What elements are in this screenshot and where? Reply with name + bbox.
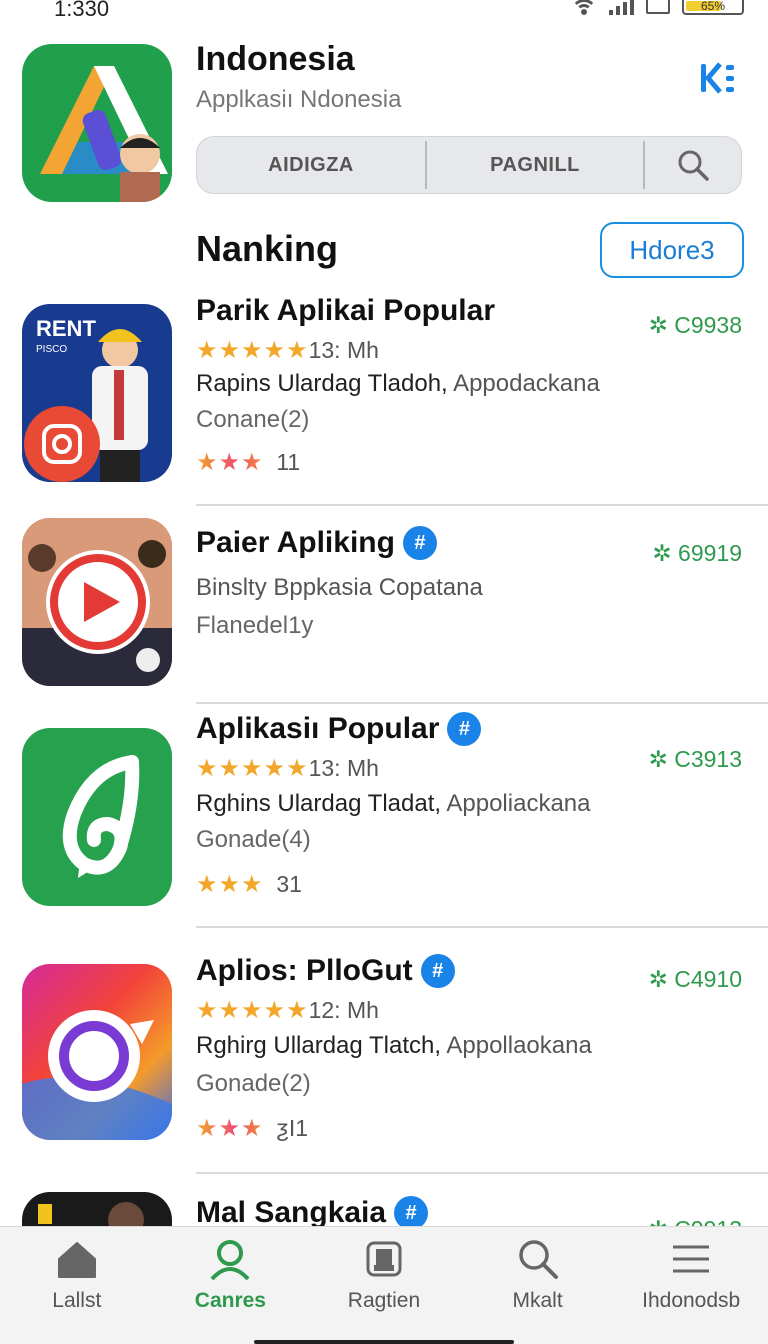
app-description: Rghins Ulardag Tladat, Appoliackana — [196, 790, 590, 818]
person-icon — [210, 1240, 250, 1281]
app-category: Gonade(2) — [196, 1070, 311, 1097]
app-price: ✲ C4910 — [648, 966, 742, 992]
description-secondary: Appodackana — [447, 370, 600, 397]
app-description: Rapins Ulardag Tladoh, Appodackana — [196, 370, 600, 398]
app-description: Rghirg Ullardag Tlatch, Appollaokana — [196, 1032, 592, 1060]
description-secondary: Appollaokana — [441, 1032, 592, 1059]
rating-text: 13: Mh — [308, 337, 379, 363]
rating-text: 12: Mh — [308, 997, 379, 1023]
page-title: Indonesia — [196, 40, 355, 78]
segment-aidigza[interactable]: AIDIGZA — [197, 137, 425, 193]
app-name-text: Mal Sangkaia — [196, 1196, 387, 1229]
app-name-text: Aplikasiı Popular — [196, 712, 440, 745]
star-rating-icon: ★★★★★ — [196, 997, 309, 1024]
page-subtitle: Applkasiı Ndonesia — [196, 86, 402, 113]
system-icons: 65% — [571, 0, 744, 15]
divider — [196, 504, 768, 506]
rating-count: ƺΙ1 — [276, 1115, 309, 1141]
status-bar: 1:330 65% — [0, 0, 768, 22]
menu-icon — [673, 1245, 710, 1273]
tab-label: Canres — [194, 1289, 266, 1312]
app-icon: RENT PISCO — [22, 304, 172, 482]
app-price: ✲ 69919 — [652, 540, 742, 566]
rating-count: 31 — [276, 871, 302, 897]
app-name-text: Paier Apliking — [196, 526, 395, 559]
app-category: Flanedel1y — [196, 612, 314, 639]
search-button[interactable] — [645, 137, 741, 193]
tab-lallst[interactable]: Lallst — [0, 1227, 154, 1344]
signal-icon — [609, 0, 634, 15]
app-name: Mal Sangkaia # — [196, 1196, 429, 1230]
home-icon — [57, 1242, 96, 1278]
bottom-tab-bar: Lallst Canres Ragtien Mkalt Ihdonodsb — [0, 1226, 768, 1344]
app-logo — [22, 44, 172, 202]
divider — [196, 702, 768, 704]
options-icon[interactable] — [698, 58, 738, 98]
star-rating-icon: ★★★★★ — [196, 755, 309, 782]
app-name: Paier Apliking # — [196, 526, 437, 560]
divider — [196, 926, 768, 928]
app-category: Gonade(4) — [196, 826, 311, 853]
divider — [196, 1172, 768, 1174]
star-rating-icon: ★★★ — [196, 1115, 264, 1142]
verified-badge-icon: # — [402, 526, 437, 560]
home-indicator — [254, 1340, 514, 1344]
app-name-text: Parik Aplikai Popular — [196, 294, 495, 327]
tab-label: Lallst — [52, 1289, 102, 1312]
app-rating-secondary: ★★★ ƺΙ1 — [196, 1114, 308, 1143]
app-icon — [22, 728, 172, 906]
star-rating-icon: ★★★★★ — [196, 337, 309, 364]
app-name-text: Aplios: PlloGut — [196, 954, 413, 987]
section-title: Nanking — [196, 228, 339, 269]
battery-level: 65% — [700, 0, 726, 13]
search-icon — [678, 150, 709, 181]
description-main: Rghins Ulardag Tladat, — [196, 790, 442, 817]
wifi-icon — [571, 0, 597, 15]
verified-badge-icon: # — [420, 954, 455, 988]
star-rating-icon: ★★★ — [196, 871, 264, 898]
tab-label: Ihdonodsb — [642, 1289, 741, 1312]
battery-icon: 65% — [682, 0, 744, 15]
download-icon — [366, 1241, 402, 1277]
tab-mkalt[interactable]: Mkalt — [461, 1227, 615, 1344]
star-rating-icon: ★★★ — [196, 449, 264, 476]
app-name: Parik Aplikai Popular — [196, 294, 495, 328]
tab-ragtien[interactable]: Ragtien — [307, 1227, 461, 1344]
app-rating: ★★★★★13: Mh — [196, 754, 379, 783]
segment-pagnill[interactable]: PAGNILL — [425, 141, 645, 189]
verified-badge-icon: # — [394, 1196, 429, 1230]
app-price: ✲ C3913 — [648, 746, 742, 772]
app-rating-secondary: ★★★ 11 — [196, 448, 300, 477]
tab-ihdonodsb[interactable]: Ihdonodsb — [614, 1227, 768, 1344]
tab-canres[interactable]: Canres — [154, 1227, 308, 1344]
app-icon — [22, 518, 172, 686]
app-name: Aplios: PlloGut # — [196, 954, 455, 988]
verified-badge-icon: # — [447, 712, 482, 746]
tab-label: Mkalt — [512, 1289, 563, 1312]
description-main: Rapins Ulardag Tladoh, — [196, 370, 448, 397]
app-description: Binslty Bppkasia Copatana — [196, 574, 483, 601]
description-secondary: Appoliackana — [441, 790, 591, 817]
status-time: 1:330 — [54, 0, 110, 21]
app-icon — [22, 964, 172, 1140]
search-icon — [518, 1240, 558, 1279]
rating-count: 11 — [276, 449, 301, 475]
rating-text: 13: Mh — [308, 755, 379, 781]
tab-label: Ragtien — [347, 1289, 421, 1312]
app-category: Conane(2) — [196, 406, 310, 433]
description-main: Rghirg Ullardag Tlatch, — [196, 1032, 442, 1059]
segmented-control: AIDIGZA PAGNILL — [196, 136, 742, 194]
app-rating: ★★★★★13: Mh — [196, 336, 379, 365]
app-rating-secondary: ★★★ 31 — [196, 870, 302, 899]
app-price: ✲ C9938 — [648, 312, 742, 338]
more-button[interactable]: Hdore3 — [600, 222, 744, 278]
app-name: Aplikasiı Popular # — [196, 712, 482, 746]
data-icon — [646, 0, 670, 14]
app-rating: ★★★★★12: Mh — [196, 996, 379, 1025]
